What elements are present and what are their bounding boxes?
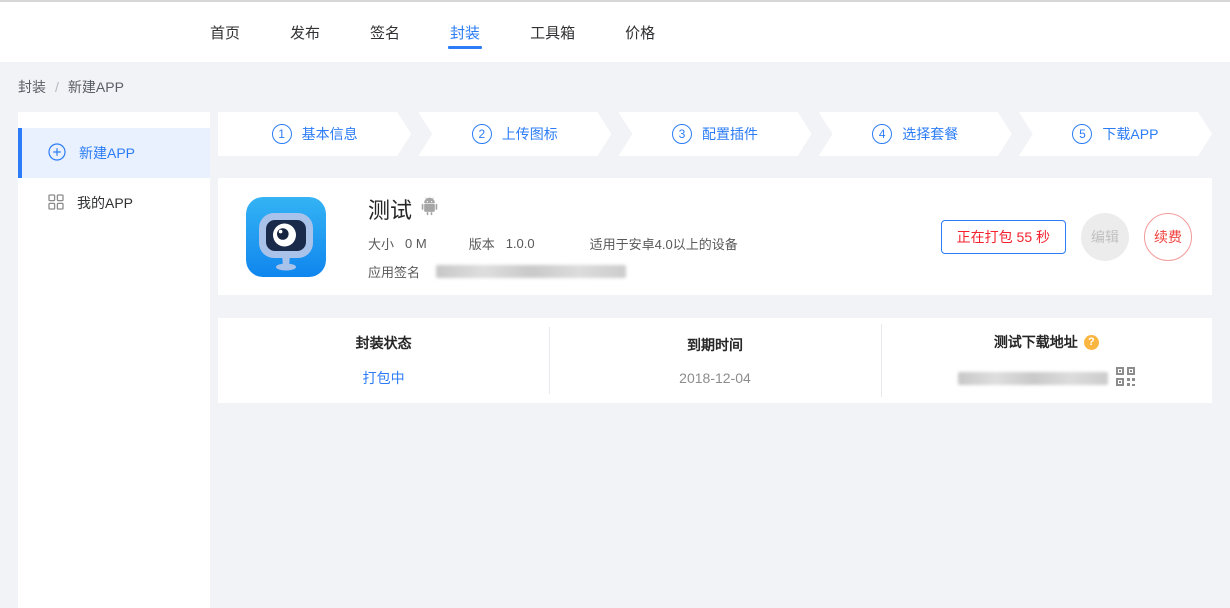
app-logo: [246, 197, 326, 277]
nav-item-toolbox[interactable]: 工具箱: [530, 2, 575, 62]
redacted-signature: [436, 265, 626, 278]
expiry-title: 到期时间: [549, 335, 880, 355]
grid-icon: [48, 194, 64, 213]
nav-item-pricing[interactable]: 价格: [625, 2, 655, 62]
download-url-title: 测试下载地址: [994, 332, 1078, 352]
step-label: 下载APP: [1102, 124, 1158, 144]
status-card: 封装状态 打包中 到期时间 2018-12-04 测试下载地址 ?: [218, 318, 1212, 403]
download-url-column: 测试下载地址 ?: [881, 332, 1212, 389]
step-number: 1: [272, 124, 292, 144]
step-label: 选择套餐: [902, 124, 958, 144]
wizard-steps: 1 基本信息 2 上传图标 3 配置插件 4 选择套餐 5 下载APP: [218, 112, 1212, 156]
sidebar: 新建APP 我的APP: [18, 112, 210, 608]
nav-item-package[interactable]: 封装: [450, 2, 480, 62]
question-icon[interactable]: ?: [1084, 335, 1099, 350]
step-upload-icon[interactable]: 2 上传图标: [418, 112, 611, 156]
step-number: 4: [872, 124, 892, 144]
step-basic-info[interactable]: 1 基本信息: [218, 112, 411, 156]
version-label: 版本: [469, 234, 495, 253]
sidebar-item-label: 新建APP: [79, 143, 135, 163]
package-status-value: 打包中: [218, 368, 549, 388]
breadcrumb-separator: /: [55, 79, 59, 95]
step-number: 2: [472, 124, 492, 144]
sidebar-item-new-app[interactable]: 新建APP: [18, 128, 210, 178]
package-status-column: 封装状态 打包中: [218, 333, 549, 388]
expiry-column: 到期时间 2018-12-04: [549, 335, 880, 386]
sidebar-item-label: 我的APP: [77, 193, 133, 213]
edit-button[interactable]: 编辑: [1081, 213, 1129, 261]
packing-status-button[interactable]: 正在打包 55 秒: [941, 220, 1066, 254]
step-label: 上传图标: [502, 124, 558, 144]
step-number: 3: [672, 124, 692, 144]
size-value: 0 M: [405, 236, 427, 251]
step-label: 配置插件: [702, 124, 758, 144]
step-select-plan[interactable]: 4 选择套餐: [819, 112, 1012, 156]
qr-code-icon[interactable]: [1116, 367, 1135, 389]
step-configure-plugins[interactable]: 3 配置插件: [618, 112, 811, 156]
signature-label: 应用签名: [368, 262, 420, 281]
app-card: 测试 大小 0 M 版本: [218, 178, 1212, 295]
sidebar-item-my-apps[interactable]: 我的APP: [18, 178, 210, 228]
nav-item-home[interactable]: 首页: [210, 2, 240, 62]
renew-button[interactable]: 续费: [1144, 213, 1192, 261]
size-label: 大小: [368, 234, 394, 253]
package-status-title: 封装状态: [218, 333, 549, 353]
breadcrumb-current: 新建APP: [68, 77, 124, 97]
expiry-value: 2018-12-04: [549, 370, 880, 386]
breadcrumb: 封装 / 新建APP: [0, 62, 1230, 112]
step-download-app[interactable]: 5 下载APP: [1019, 112, 1212, 156]
step-label: 基本信息: [302, 124, 358, 144]
plus-circle-icon: [48, 143, 66, 164]
nav-item-publish[interactable]: 发布: [290, 2, 320, 62]
nav-item-signature[interactable]: 签名: [370, 2, 400, 62]
redacted-download-url[interactable]: [958, 372, 1108, 385]
step-number: 5: [1072, 124, 1092, 144]
top-nav: 首页 发布 签名 封装 工具箱 价格: [0, 2, 1230, 62]
breadcrumb-root[interactable]: 封装: [18, 77, 46, 97]
version-value: 1.0.0: [506, 236, 535, 251]
app-title: 测试: [368, 193, 412, 225]
compatibility-text: 适用于安卓4.0以上的设备: [590, 234, 738, 253]
android-icon: [421, 197, 438, 221]
